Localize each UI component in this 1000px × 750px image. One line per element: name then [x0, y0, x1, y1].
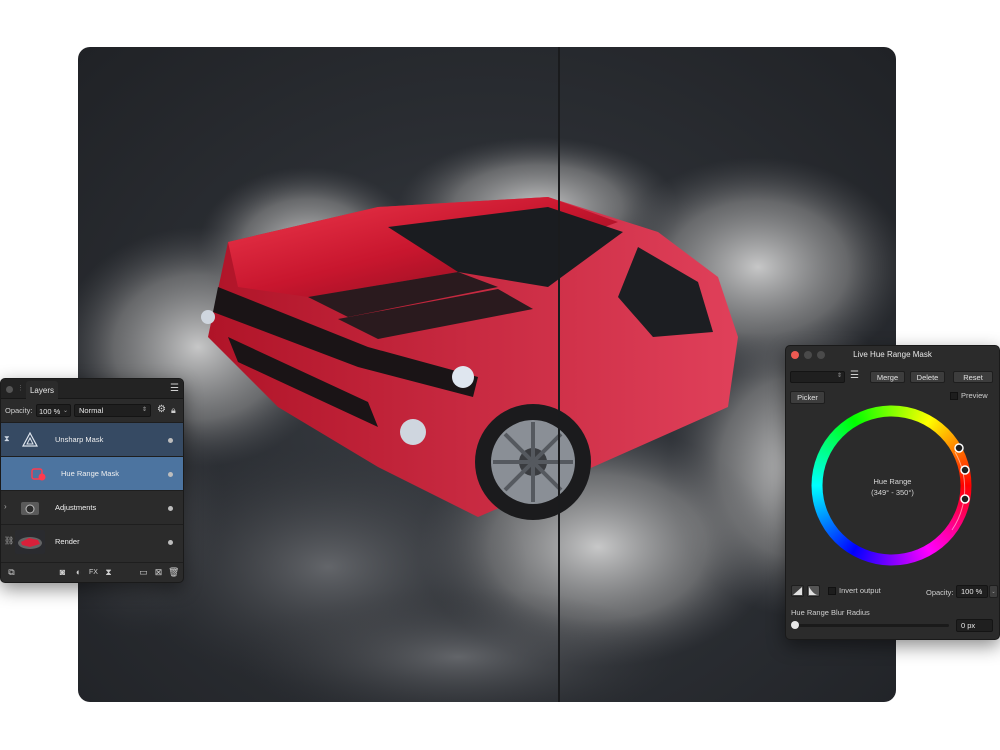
- live-hue-range-mask-panel: Live Hue Range Mask ⇕ ☰ Merge Delete Res…: [785, 345, 1000, 640]
- layer-row-adjustments[interactable]: › Adjustments: [1, 490, 183, 524]
- merge-button[interactable]: Merge: [870, 371, 905, 383]
- preset-select[interactable]: ⇕: [790, 371, 845, 383]
- unsharp-mask-icon: [15, 428, 45, 452]
- lock-icon[interactable]: 🔒︎: [171, 405, 176, 415]
- layer-row-hue-range-mask[interactable]: Hue Range Mask: [1, 456, 183, 490]
- layer-name: Render: [55, 537, 80, 546]
- layers-panel: ⋮ Layers ☰ Opacity: 100 % ⌄ Normal ⇕ ⚙ 🔒…: [0, 378, 184, 583]
- blur-radius-slider[interactable]: [794, 624, 949, 627]
- group-icon[interactable]: ⊠: [153, 567, 164, 578]
- blend-mode-value: Normal: [79, 406, 104, 415]
- blur-radius-slider-knob[interactable]: [791, 621, 799, 629]
- layer-stack-icon[interactable]: ⧉: [6, 567, 17, 578]
- chevron-right-icon[interactable]: ›: [4, 502, 12, 511]
- falloff-curve-icon[interactable]: [807, 585, 820, 597]
- hue-range-mask-icon: [23, 462, 53, 486]
- hue-range-handle[interactable]: [960, 465, 970, 475]
- blur-radius-label: Hue Range Blur Radius: [791, 608, 870, 617]
- hue-range-handle[interactable]: [954, 443, 964, 453]
- layer-opacity-row: Opacity: 100 % ⌄ Normal ⇕ ⚙ 🔒︎: [1, 403, 183, 419]
- updown-arrows-icon: ⇕: [141, 407, 147, 413]
- layer-name: Adjustments: [55, 503, 97, 512]
- visibility-dot-icon[interactable]: [168, 540, 173, 545]
- layer-row-unsharp-mask[interactable]: ⧗ Unsharp Mask: [1, 422, 183, 456]
- invert-output-checkbox[interactable]: [828, 587, 836, 595]
- photo-canvas[interactable]: [78, 47, 896, 702]
- layer-row-render[interactable]: ⛓ Render: [1, 524, 183, 558]
- trash-icon[interactable]: 🗑︎: [168, 567, 179, 578]
- delete-button[interactable]: Delete: [910, 371, 945, 383]
- panel-close-icon[interactable]: [6, 386, 13, 393]
- layers-tab-bar: ⋮ Layers ☰: [1, 379, 183, 399]
- hue-range-value: (349° - 350°): [871, 488, 914, 497]
- fx-icon[interactable]: FX: [88, 567, 99, 578]
- falloff-linear-icon[interactable]: [791, 585, 804, 597]
- visibility-dot-icon[interactable]: [168, 472, 173, 477]
- opacity-field[interactable]: 100 % ⌄: [36, 404, 71, 417]
- live-filter-icon[interactable]: ⧗: [103, 567, 114, 578]
- opacity-label: Opacity:: [5, 406, 33, 415]
- invert-output-label: Invert output: [839, 586, 881, 595]
- drag-grip-icon[interactable]: ⋮: [17, 385, 24, 393]
- tab-layers[interactable]: Layers: [26, 381, 58, 399]
- reset-button[interactable]: Reset: [953, 371, 993, 383]
- blend-mode-select[interactable]: Normal ⇕: [74, 404, 151, 417]
- panel-title: Live Hue Range Mask: [853, 350, 932, 359]
- chevron-down-icon[interactable]: ⌄: [989, 585, 998, 598]
- gear-icon[interactable]: ⚙: [157, 405, 166, 415]
- hue-range-label: Hue Range: [873, 477, 912, 486]
- folder-camera-icon: [15, 496, 45, 520]
- blur-radius-field[interactable]: 0 px: [956, 619, 993, 632]
- link-chain-icon: ⛓: [4, 536, 15, 545]
- render-thumbnail: [15, 530, 45, 554]
- mask-icon[interactable]: ◙: [57, 567, 68, 578]
- updown-arrows-icon: ⇕: [836, 373, 842, 379]
- layers-footer-toolbar: ⧉ ◙ ◐ FX ⧗ ▭ ⊠ 🗑︎: [1, 562, 183, 582]
- opacity-label: Opacity:: [926, 588, 954, 597]
- before-after-divider[interactable]: [558, 47, 560, 702]
- visibility-dot-icon[interactable]: [168, 438, 173, 443]
- opacity-field[interactable]: 100 %: [956, 585, 988, 598]
- visibility-dot-icon[interactable]: [168, 506, 173, 511]
- chevron-down-icon[interactable]: ⌄: [63, 407, 68, 414]
- preset-menu-icon[interactable]: ☰: [850, 370, 859, 382]
- layer-name: Unsharp Mask: [55, 435, 104, 444]
- hourglass-icon: ⧗: [4, 434, 10, 443]
- panel-menu-icon[interactable]: ☰: [170, 383, 179, 395]
- opacity-value: 100 %: [39, 407, 61, 416]
- adjustment-icon[interactable]: ◐: [73, 567, 84, 578]
- car-render-image: [78, 137, 896, 702]
- folder-icon[interactable]: ▭: [138, 567, 149, 578]
- layer-name: Hue Range Mask: [61, 469, 119, 478]
